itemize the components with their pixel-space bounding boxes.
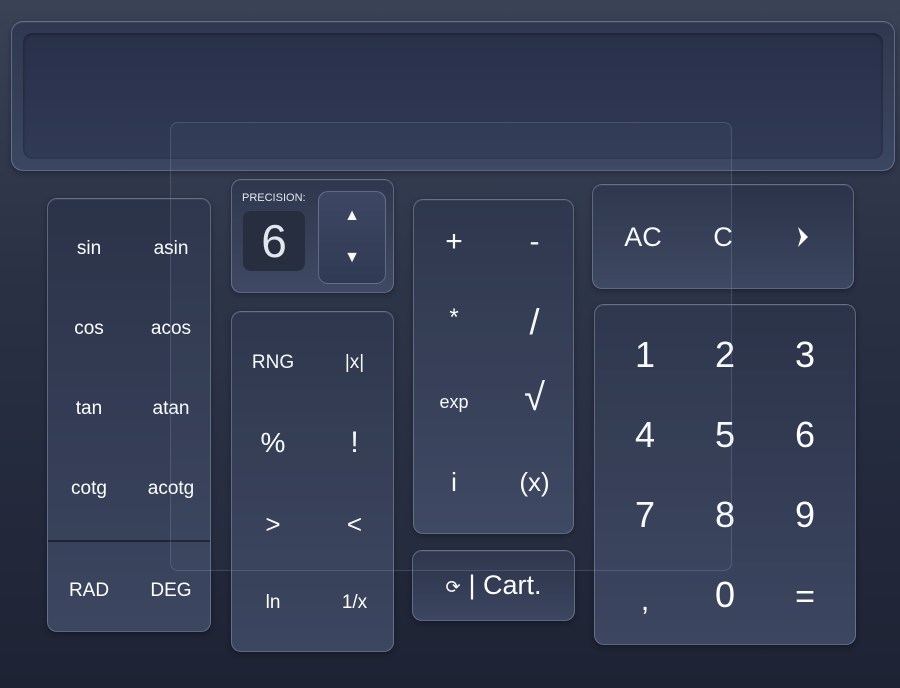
- digit-9-button[interactable]: 9: [765, 485, 845, 545]
- asin-button[interactable]: asin: [130, 219, 212, 279]
- all-clear-button[interactable]: AC: [603, 207, 683, 267]
- atan-button[interactable]: atan: [130, 379, 212, 439]
- precision-down-button[interactable]: ▼: [319, 238, 385, 278]
- clear-panel: AC C: [592, 184, 854, 289]
- factorial-button[interactable]: !: [314, 413, 395, 473]
- backspace-button[interactable]: [763, 207, 843, 267]
- divide-button[interactable]: /: [494, 292, 575, 352]
- digit-7-button[interactable]: 7: [605, 485, 685, 545]
- deg-button[interactable]: DEG: [130, 561, 212, 621]
- digit-0-button[interactable]: 0: [685, 565, 765, 625]
- equals-button[interactable]: =: [765, 567, 845, 627]
- sqrt-button[interactable]: √: [494, 368, 575, 428]
- digit-3-button[interactable]: 3: [765, 325, 845, 385]
- triangle-up-icon: ▲: [344, 207, 360, 224]
- backspace-arrow-icon: [798, 227, 808, 247]
- digit-8-button[interactable]: 8: [685, 485, 765, 545]
- functions-panel: RNG |x| % ! > < ln 1/x: [231, 311, 394, 652]
- display-screen: [23, 33, 883, 159]
- precision-panel: PRECISION: 6 ▲ ▼: [231, 179, 394, 293]
- less-than-button[interactable]: <: [314, 494, 395, 554]
- precision-value: 6: [261, 215, 287, 267]
- abs-button[interactable]: |x|: [314, 333, 395, 393]
- rng-button[interactable]: RNG: [232, 333, 314, 393]
- angle-divider: [48, 540, 210, 542]
- tan-button[interactable]: tan: [48, 379, 130, 439]
- triangle-down-icon: ▼: [344, 249, 360, 266]
- exp-button[interactable]: exp: [414, 372, 494, 432]
- digit-5-button[interactable]: 5: [685, 405, 765, 465]
- reciprocal-button[interactable]: 1/x: [314, 573, 395, 633]
- precision-stepper: ▲ ▼: [318, 191, 386, 284]
- decimal-comma-button[interactable]: ,: [605, 571, 685, 631]
- greater-than-button[interactable]: >: [232, 494, 314, 554]
- cotg-button[interactable]: cotg: [48, 459, 130, 519]
- ln-button[interactable]: ln: [232, 573, 314, 633]
- display-frame: [11, 21, 895, 171]
- sin-button[interactable]: sin: [48, 219, 130, 279]
- operators-panel: + - * / exp √ i (x): [413, 199, 574, 534]
- precision-label: PRECISION:: [242, 192, 306, 204]
- precision-up-button[interactable]: ▲: [319, 196, 385, 236]
- digit-4-button[interactable]: 4: [605, 405, 685, 465]
- acotg-button[interactable]: acotg: [130, 459, 212, 519]
- precision-value-box: 6: [243, 211, 305, 271]
- trig-panel: sin asin cos acos tan atan cotg acotg RA…: [47, 198, 211, 632]
- coordinate-mode-label: | Cart.: [468, 570, 542, 600]
- coordinate-mode-button[interactable]: ⟳ | Cart.: [412, 550, 575, 621]
- parentheses-button[interactable]: (x): [494, 452, 575, 512]
- clear-button[interactable]: C: [683, 207, 763, 267]
- digit-2-button[interactable]: 2: [685, 325, 765, 385]
- digit-6-button[interactable]: 6: [765, 405, 845, 465]
- plus-button[interactable]: +: [414, 212, 494, 272]
- cos-button[interactable]: cos: [48, 299, 130, 359]
- rad-button[interactable]: RAD: [48, 561, 130, 621]
- cycle-icon: ⟳: [445, 577, 461, 597]
- acos-button[interactable]: acos: [130, 299, 212, 359]
- digit-1-button[interactable]: 1: [605, 325, 685, 385]
- multiply-button[interactable]: *: [414, 288, 494, 348]
- imaginary-button[interactable]: i: [414, 452, 494, 512]
- percent-button[interactable]: %: [232, 413, 314, 473]
- minus-button[interactable]: -: [494, 212, 575, 272]
- numpad-panel: 1 2 3 4 5 6 7 8 9 , 0 =: [594, 304, 856, 645]
